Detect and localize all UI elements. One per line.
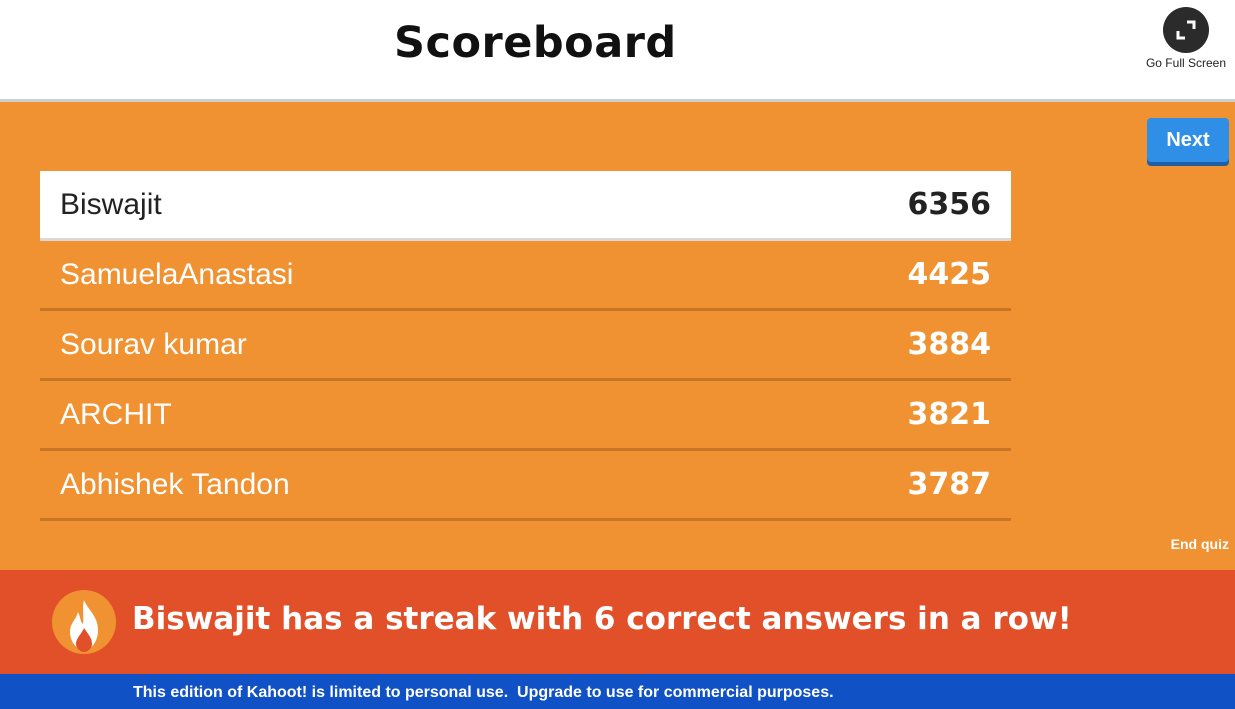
scoreboard-list: Biswajit 6356 SamuelaAnastasi 4425 Soura…	[40, 171, 1011, 521]
player-name: ARCHIT	[60, 397, 172, 431]
header-bar: Scoreboard Go Full Screen	[0, 0, 1235, 102]
streak-banner: Biswajit has a streak with 6 correct ans…	[0, 570, 1235, 674]
streak-message: Biswajit has a streak with 6 correct ans…	[132, 601, 1072, 637]
player-name: Abhishek Tandon	[60, 467, 290, 501]
scoreboard-row: Abhishek Tandon 3787	[40, 451, 1011, 521]
expand-icon[interactable]	[1163, 7, 1209, 53]
player-score: 3821	[907, 397, 992, 432]
scoreboard-row: Biswajit 6356	[40, 171, 1011, 241]
player-score: 6356	[907, 187, 992, 222]
license-footer: This edition of Kahoot! is limited to pe…	[0, 674, 1235, 709]
next-button[interactable]: Next	[1147, 118, 1229, 162]
player-name: Biswajit	[60, 187, 162, 221]
scoreboard-row: SamuelaAnastasi 4425	[40, 241, 1011, 311]
scoreboard-row: Sourav kumar 3884	[40, 311, 1011, 381]
player-score: 3787	[907, 467, 992, 502]
go-full-screen-label[interactable]: Go Full Screen	[1141, 56, 1231, 70]
player-name: SamuelaAnastasi	[60, 257, 294, 291]
license-notice: This edition of Kahoot! is limited to pe…	[133, 684, 834, 701]
player-score: 3884	[907, 327, 992, 362]
page-title: Scoreboard	[394, 18, 677, 68]
go-full-screen-button[interactable]: Go Full Screen	[1141, 7, 1231, 70]
flame-icon	[52, 590, 116, 654]
scoreboard-panel: Next Biswajit 6356 SamuelaAnastasi 4425 …	[0, 102, 1235, 570]
player-name: Sourav kumar	[60, 327, 247, 361]
scoreboard-row: ARCHIT 3821	[40, 381, 1011, 451]
player-score: 4425	[907, 257, 992, 292]
end-quiz-link[interactable]: End quiz	[1171, 536, 1229, 552]
